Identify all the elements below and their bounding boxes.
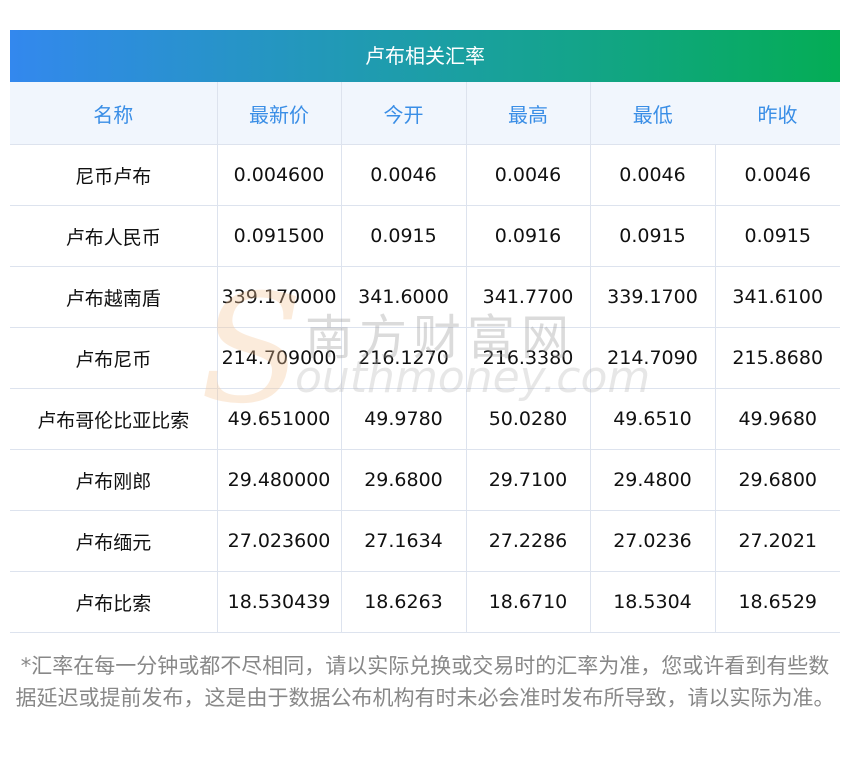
- rate-cell: 27.2021: [714, 510, 840, 572]
- rate-cell: 216.1270: [340, 327, 467, 389]
- currency-pair-name: 卢布人民币: [10, 205, 218, 267]
- rate-cell: 18.530439: [216, 571, 342, 633]
- rate-cell: 49.9780: [340, 388, 467, 450]
- table-title: 卢布相关汇率: [10, 30, 840, 82]
- rate-cell: 50.0280: [465, 388, 591, 450]
- column-header: 昨收: [715, 82, 840, 145]
- rate-cell: 29.6800: [714, 449, 840, 511]
- rate-cell: 29.7100: [465, 449, 591, 511]
- rate-cell: 0.0046: [465, 144, 591, 206]
- rate-cell: 0.0046: [714, 144, 840, 206]
- rate-table-panel: 卢布相关汇率 名称 最新价 今开 最高 最低 昨收 尼币卢布 0.004600 0.0046 0…: [10, 30, 840, 633]
- rate-table: 名称 最新价 今开 最高 最低 昨收 尼币卢布 0.004600 0.0046 0.0046 0.…: [10, 82, 840, 633]
- table-row: 卢布比索 18.530439 18.6263 18.6710 18.5304 18.652…: [10, 571, 840, 633]
- rate-cell: 0.0916: [465, 205, 591, 267]
- rate-cell: 0.0915: [714, 205, 840, 267]
- currency-pair-name: 卢布缅元: [10, 510, 218, 572]
- table-row: 尼币卢布 0.004600 0.0046 0.0046 0.0046 0.0046: [10, 144, 840, 206]
- rate-cell: 18.6529: [714, 571, 840, 633]
- rate-cell: 214.7090: [589, 327, 716, 389]
- column-header: 名称: [10, 82, 217, 145]
- currency-pair-name: 卢布越南盾: [10, 266, 218, 328]
- disclaimer-note: *汇率在每一分钟或都不尽相同，请以实际兑换或交易时的汇率为准，您或许看到有些数据…: [15, 654, 835, 710]
- rate-cell: 0.0046: [589, 144, 716, 206]
- currency-pair-name: 尼币卢布: [10, 144, 218, 206]
- rate-cell: 0.0915: [340, 205, 467, 267]
- table-row: 卢布缅元 27.023600 27.1634 27.2286 27.0236 27.202…: [10, 510, 840, 572]
- rate-cell: 27.0236: [589, 510, 716, 572]
- rate-cell: 341.7700: [465, 266, 591, 328]
- table-row: 卢布人民币 0.091500 0.0915 0.0916 0.0915 0.0915: [10, 205, 840, 267]
- column-header: 最低: [589, 82, 715, 145]
- currency-pair-name: 卢布比索: [10, 571, 218, 633]
- rate-cell: 0.091500: [216, 205, 342, 267]
- rate-cell: 49.6510: [589, 388, 716, 450]
- column-header: 最高: [465, 82, 590, 145]
- currency-pair-name: 卢布尼币: [10, 327, 218, 389]
- rate-cell: 341.6000: [340, 266, 467, 328]
- table-row: 卢布哥伦比亚比索 49.651000 49.9780 50.0280 49.6510 49…: [10, 388, 840, 450]
- table-row: 卢布越南盾 339.170000 341.6000 341.7700 339.1700 3…: [10, 266, 840, 328]
- rate-cell: 214.709000: [216, 327, 342, 389]
- rate-cell: 29.480000: [216, 449, 342, 511]
- rate-cell: 341.6100: [714, 266, 840, 328]
- rate-cell: 18.5304: [589, 571, 716, 633]
- rate-cell: 27.2286: [465, 510, 591, 572]
- currency-pair-name: 卢布哥伦比亚比索: [10, 388, 218, 450]
- rate-cell: 29.4800: [589, 449, 716, 511]
- rate-cell: 18.6710: [465, 571, 591, 633]
- rate-cell: 27.023600: [216, 510, 342, 572]
- rate-cell: 0.004600: [216, 144, 342, 206]
- rate-cell: 339.170000: [216, 266, 342, 328]
- rate-cell: 49.9680: [714, 388, 840, 450]
- rate-cell: 216.3380: [465, 327, 591, 389]
- table-row: 卢布尼币 214.709000 216.1270 216.3380 214.7090 21…: [10, 327, 840, 389]
- table-row: 卢布刚郎 29.480000 29.6800 29.7100 29.4800 29.680…: [10, 449, 840, 511]
- column-header: 今开: [340, 82, 466, 145]
- currency-pair-name: 卢布刚郎: [10, 449, 218, 511]
- rate-cell: 18.6263: [340, 571, 467, 633]
- rate-cell: 29.6800: [340, 449, 467, 511]
- table-header-row: 名称 最新价 今开 最高 最低 昨收: [10, 82, 840, 145]
- rate-cell: 339.1700: [589, 266, 716, 328]
- rate-cell: 215.8680: [714, 327, 840, 389]
- rate-cell: 0.0046: [340, 144, 467, 206]
- column-header: 最新价: [216, 82, 341, 145]
- rate-cell: 0.0915: [589, 205, 716, 267]
- rate-cell: 27.1634: [340, 510, 467, 572]
- rate-cell: 49.651000: [216, 388, 342, 450]
